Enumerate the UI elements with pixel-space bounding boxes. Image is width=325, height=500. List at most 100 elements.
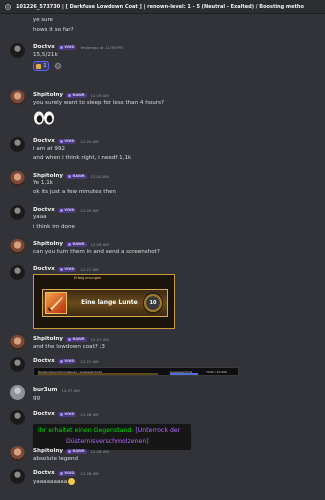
username[interactable]: Doctvx — [33, 470, 55, 476]
avatar[interactable] — [10, 335, 25, 350]
avatar[interactable] — [10, 171, 25, 186]
timestamp: 12:28 AM — [90, 448, 109, 454]
badge-icon — [68, 449, 71, 453]
sword-icon — [45, 292, 67, 314]
timestamp: 12:20 AM — [80, 138, 99, 144]
role-badge: VOID — [57, 207, 77, 213]
message-header: Doctvx VOID 12:28 AM — [33, 470, 98, 476]
badge-icon — [59, 45, 63, 49]
role-badge: RAWR — [66, 336, 87, 342]
channel-title: 101226_573730 | [ Darkfuse Lowdown Coat … — [16, 3, 304, 10]
loot-line: Ihr erhaltet einen Gegenstand: [Unterroc… — [38, 427, 181, 434]
username[interactable]: Doctvx — [33, 358, 55, 364]
avatar[interactable] — [10, 357, 25, 372]
message-header: Shpitolny RAWR 12:20 AM — [33, 173, 109, 179]
role-badge: RAWR — [66, 173, 87, 179]
loot-screenshot[interactable]: Ihr erhaltet einen Gegenstand: [Unterroc… — [33, 424, 191, 450]
achievement-banner: Eine lange Lunte 10 — [42, 289, 168, 317]
username[interactable]: Shpitolny — [33, 92, 63, 98]
timestamp: 12:20 AM — [90, 173, 109, 179]
timestamp: 12:27 AM — [90, 336, 109, 342]
message-text: Ye 1,1k — [33, 180, 54, 186]
badge-icon — [68, 93, 71, 97]
reaction-button[interactable]: 1 — [33, 61, 49, 71]
avatar[interactable] — [10, 43, 25, 58]
message-text: gg — [33, 395, 41, 401]
achievement-name: Eine lange Lunte — [81, 299, 138, 306]
message-text: hows it so far? — [33, 27, 74, 33]
badge-icon — [59, 139, 63, 143]
message-text: ye sure — [33, 17, 53, 23]
role-badge: VOID — [57, 44, 77, 50]
message-text: you surely want to sleep for less than 4… — [33, 100, 164, 106]
avatar[interactable] — [10, 446, 25, 461]
reputation-screenshot[interactable]: Düsternisverschmolzenen | Ausgezeichnet … — [33, 367, 239, 376]
badge-icon — [68, 174, 71, 178]
avatar[interactable] — [10, 469, 25, 484]
message-header: Shpitolny RAWR 12:26 AM — [33, 241, 109, 247]
badge-icon — [68, 242, 71, 246]
message-header: Doctvx VOID 12:20 AM — [33, 207, 98, 213]
eyes-emoji-icon — [34, 111, 54, 125]
avatar[interactable] — [10, 90, 25, 105]
timestamp: 12:20 AM — [80, 207, 99, 213]
channel-header: 101226_573730 | [ Darkfuse Lowdown Coat … — [0, 0, 325, 14]
role-badge: VOID — [57, 358, 77, 364]
message-header: Shpitolny RAWR 12:28 AM — [33, 448, 109, 454]
reputation-progress-bar — [170, 373, 198, 375]
username[interactable]: Shpitolny — [33, 241, 63, 247]
username[interactable]: Doctvx — [33, 138, 55, 144]
achievement-points: 10 — [143, 292, 163, 314]
message-text: yaaa — [33, 214, 47, 220]
add-reaction-icon[interactable] — [54, 62, 62, 70]
message-header: Shpitolny RAWR 12:19 AM — [33, 92, 109, 98]
reaction-count: 1 — [43, 63, 47, 69]
item-link: [Unterrock der — [135, 427, 181, 434]
avatar[interactable] — [10, 265, 25, 280]
avatar[interactable] — [10, 385, 25, 400]
message-text: yaaaaaaaaa — [33, 478, 76, 485]
message-header: bur3um 12:27 AM — [33, 387, 79, 393]
item-link: Düsternisverschmolzenen] — [66, 438, 149, 445]
reputation-value: 7000 / 10.000 — [206, 369, 228, 374]
message-text: 15,5/21k — [33, 52, 58, 58]
role-badge: VOID — [57, 411, 77, 417]
avatar[interactable] — [10, 239, 25, 254]
message-header: Doctvx VOID Yesterday at 11:59 PM — [33, 44, 123, 50]
timestamp: Yesterday at 11:59 PM — [80, 44, 123, 50]
achievement-header: Erfolg errungen — [74, 276, 102, 280]
timestamp: 12:27 AM — [61, 387, 80, 393]
username[interactable]: Doctvx — [33, 44, 55, 50]
role-badge: VOID — [57, 470, 77, 476]
badge-icon — [59, 471, 63, 475]
avatar[interactable] — [10, 137, 25, 152]
achievement-screenshot[interactable]: Erfolg errungen Eine lange Lunte 10 — [33, 274, 175, 329]
message-text: can you turn them in and send a screensh… — [33, 249, 160, 255]
role-badge: RAWR — [66, 448, 87, 454]
message-header: Doctvx VOID 12:20 AM — [33, 138, 98, 144]
thread-icon — [5, 3, 11, 10]
role-badge: VOID — [57, 138, 77, 144]
message-header: Doctvx VOID 12:27 AM — [33, 266, 98, 272]
username[interactable]: Shpitolny — [33, 336, 63, 342]
username[interactable]: Doctvx — [33, 266, 55, 272]
badge-icon — [59, 267, 63, 271]
badge-icon — [68, 337, 71, 341]
username[interactable]: Shpitolny — [33, 173, 63, 179]
smile-emoji-icon — [68, 478, 76, 485]
username[interactable]: Doctvx — [33, 207, 55, 213]
badge-icon — [59, 208, 63, 212]
role-badge: RAWR — [66, 241, 87, 247]
timestamp: 12:28 AM — [80, 470, 99, 476]
timestamp: 12:27 AM — [80, 358, 99, 364]
message-header: Shpitolny RAWR 12:27 AM — [33, 336, 109, 342]
avatar[interactable] — [10, 410, 25, 425]
avatar[interactable] — [10, 205, 25, 220]
message-text: i am at 992 — [33, 146, 66, 152]
username[interactable]: bur3um — [33, 387, 57, 393]
message-text: absolute legend — [33, 456, 78, 462]
badge-icon — [59, 412, 63, 416]
message-header: Doctvx VOID 12:27 AM — [33, 358, 98, 364]
username[interactable]: Doctvx — [33, 411, 55, 417]
username[interactable]: Shpitolny — [33, 448, 63, 454]
